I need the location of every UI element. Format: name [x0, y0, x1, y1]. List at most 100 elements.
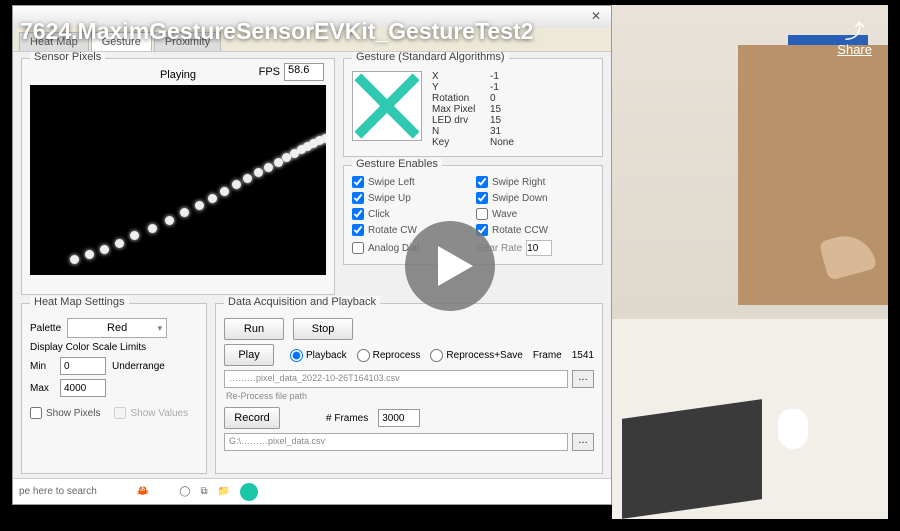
csv-path[interactable]: ………pixel_data_2022-10-26T164103.csv: [224, 370, 568, 388]
sensor-dot: [208, 194, 217, 203]
reprocess-path-label: Re-Process file path: [226, 391, 594, 401]
browse-record-button[interactable]: …: [572, 433, 594, 451]
heatmap-title: Heat Map Settings: [30, 296, 129, 308]
main-panel: Sensor Pixels Playing FPS 58.6 Gesture (…: [13, 52, 611, 478]
sensor-dot: [264, 163, 273, 172]
sensor-dot: [243, 174, 252, 183]
kv-value: 15: [490, 104, 501, 115]
gesture-algorithms-group: Gesture (Standard Algorithms) X-1Y-1Rota…: [343, 58, 603, 157]
kv-value: -1: [490, 71, 499, 82]
palette-label: Palette: [30, 323, 61, 334]
taskbar: pe here to search 🦀 ◯ ⧉ 📁: [13, 478, 611, 504]
heatmap-settings-group: Heat Map Settings Palette Red Display Co…: [21, 303, 207, 474]
share-icon: ⤴: [837, 22, 872, 42]
numframes-input[interactable]: [378, 409, 420, 427]
sensor-dot: [180, 208, 189, 217]
browse-csv-button[interactable]: …: [572, 370, 594, 388]
sensor-view: [30, 85, 326, 275]
kv-label: X: [432, 71, 482, 82]
cross-icon: [353, 72, 421, 140]
play-button-acq[interactable]: Play: [224, 344, 274, 366]
app-icon[interactable]: [240, 483, 258, 501]
share-label: Share: [837, 42, 872, 57]
kv-value: -1: [490, 82, 499, 93]
chk-wave[interactable]: Wave: [476, 208, 594, 220]
sensor-dot: [85, 250, 94, 259]
chk-swipe-down[interactable]: Swipe Down: [476, 192, 594, 204]
bottom-row: Heat Map Settings Palette Red Display Co…: [21, 303, 603, 474]
numframes-label: # Frames: [326, 413, 368, 424]
sensor-status: Playing: [160, 69, 196, 81]
play-icon: [433, 246, 473, 286]
kv-label: Y: [432, 82, 482, 93]
sensor-dot: [100, 245, 109, 254]
kv-label: N: [432, 126, 482, 137]
sensor-dot: [195, 201, 204, 210]
chk-click[interactable]: Click: [352, 208, 470, 220]
sensor-pixels-title: Sensor Pixels: [30, 52, 105, 63]
max-input[interactable]: [60, 379, 106, 397]
stop-button[interactable]: Stop: [293, 318, 353, 340]
sensor-dot: [321, 134, 326, 143]
scale-limits-label: Display Color Scale Limits: [30, 342, 198, 353]
chk-swipe-left[interactable]: Swipe Left: [352, 176, 470, 188]
radio-reprocess-save[interactable]: Reprocess+Save: [430, 349, 522, 362]
kv-value: 0: [490, 93, 496, 104]
radio-playback[interactable]: Playback: [290, 349, 347, 362]
chk-rotate-ccw[interactable]: Rotate CCW: [476, 224, 594, 236]
app-window: ✕ Heat Map Gesture Proximity Sensor Pixe…: [12, 5, 612, 505]
video-frame: 7624.MaximGestureSensorEVKit_GestureTest…: [0, 0, 900, 531]
run-button[interactable]: Run: [224, 318, 284, 340]
video-title: 7624.MaximGestureSensorEVKit_GestureTest…: [20, 18, 533, 45]
sensor-dot: [232, 180, 241, 189]
laptop: [622, 399, 762, 519]
data-acq-title: Data Acquisition and Playback: [224, 296, 380, 308]
camera-feed: [612, 5, 888, 519]
play-button[interactable]: [405, 221, 495, 311]
search-box-text[interactable]: pe here to search: [19, 486, 97, 497]
sensor-dot: [254, 168, 263, 177]
show-pixels-check[interactable]: Show Pixels: [30, 407, 100, 419]
sensor-dot: [165, 216, 174, 225]
sensor-dot: [148, 224, 157, 233]
sensor-dot: [70, 255, 79, 264]
fps-label: FPS: [259, 66, 280, 78]
frame-value: 1541: [572, 350, 594, 361]
sensor-dot: [220, 187, 229, 196]
share-button[interactable]: ⤴ Share: [837, 22, 872, 57]
chk-swipe-up[interactable]: Swipe Up: [352, 192, 470, 204]
taskview-icon[interactable]: ⧉: [200, 486, 207, 497]
kv-value: None: [490, 137, 514, 148]
sensor-pixels-group: Sensor Pixels Playing FPS 58.6: [21, 58, 335, 295]
window-close-button[interactable]: ✕: [587, 9, 605, 25]
gesture-enables-title: Gesture Enables: [352, 158, 442, 170]
frame-label: Frame: [533, 350, 562, 361]
palette-combo[interactable]: Red: [67, 318, 167, 338]
sensor-dot: [115, 239, 124, 248]
gear-rate-input[interactable]: [526, 240, 552, 256]
fps-value: 58.6: [284, 63, 324, 81]
kv-label: Rotation: [432, 93, 482, 104]
kv-value: 15: [490, 115, 501, 126]
data-acquisition-group: Data Acquisition and Playback Run Stop P…: [215, 303, 603, 474]
radio-reprocess[interactable]: Reprocess: [357, 349, 421, 362]
kv-value: 31: [490, 126, 501, 137]
gesture-alg-title: Gesture (Standard Algorithms): [352, 52, 509, 63]
chk-swipe-right[interactable]: Swipe Right: [476, 176, 594, 188]
mouse-device: [778, 409, 808, 449]
kv-label: Max Pixel: [432, 104, 482, 115]
max-label: Max: [30, 383, 54, 394]
show-values-check[interactable]: Show Values: [114, 407, 188, 419]
kv-label: LED drv: [432, 115, 482, 126]
record-path[interactable]: G:\………pixel_data.csv: [224, 433, 568, 451]
min-label: Min: [30, 361, 54, 372]
min-input[interactable]: [60, 357, 106, 375]
kv-label: Key: [432, 137, 482, 148]
record-button[interactable]: Record: [224, 407, 280, 429]
sensor-dot: [130, 231, 139, 240]
cortana-icon[interactable]: ◯: [179, 486, 190, 497]
underrange-label: Underrange: [112, 361, 165, 372]
gesture-indicator: [352, 71, 422, 141]
gesture-values-table: X -1 Y -1 Rotation 0 Max Pixel 15 LED drv 15 N 31 Ke…: [432, 71, 514, 148]
folder-icon[interactable]: 📁: [218, 486, 230, 497]
